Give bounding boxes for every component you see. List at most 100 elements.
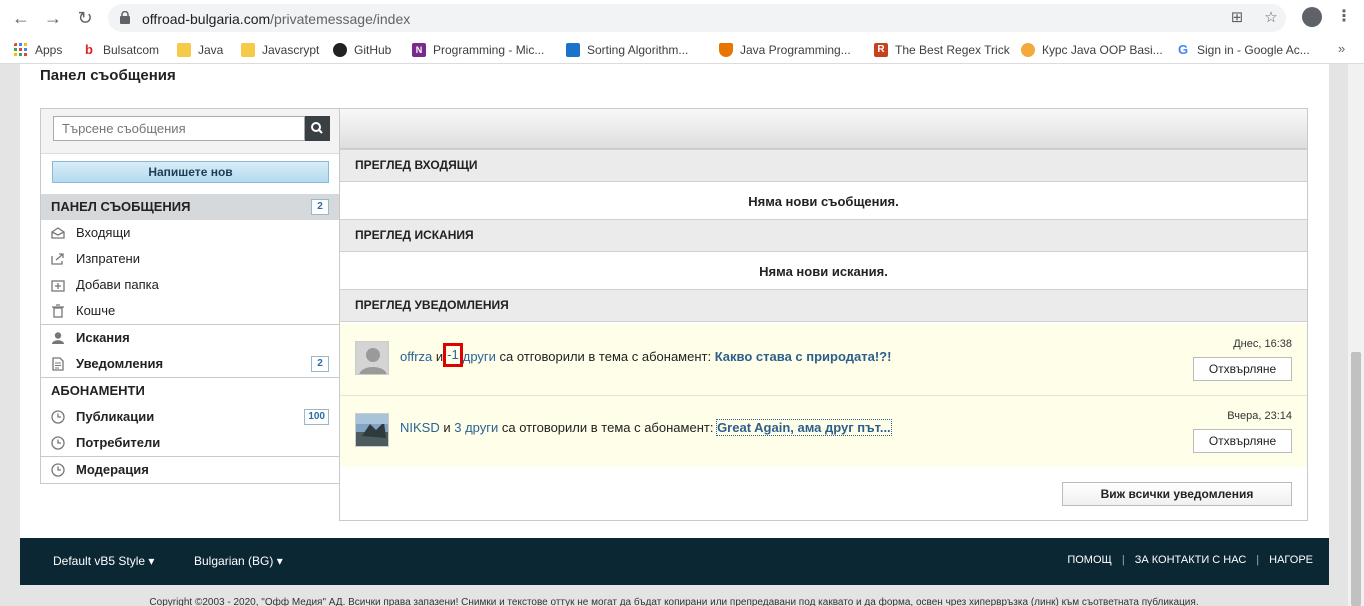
sidebar-item-notifications[interactable]: Уведомления 2 <box>41 351 339 377</box>
sidebar-item-moderation[interactable]: Модерация <box>41 457 339 483</box>
requests-empty-message: Няма нови искания. <box>759 264 888 279</box>
sidebar-item-trash[interactable]: Кошче <box>41 298 339 324</box>
onenote-icon: N <box>412 43 426 57</box>
search-input[interactable] <box>53 116 305 141</box>
folder-icon <box>241 43 255 57</box>
sidebar-item-label: Потребители <box>76 435 161 450</box>
lock-icon <box>120 11 130 24</box>
inbox-overview-heading: ПРЕГЛЕД ВХОДЯЩИ <box>340 149 1307 182</box>
url-host: offroad-bulgaria.com <box>142 11 271 27</box>
sidebar-item-inbox[interactable]: Входящи <box>41 220 339 246</box>
bookmark-regex[interactable]: R The Best Regex Trick <box>874 41 1010 59</box>
site-footer: Default vB5 Style ▾ Bulgarian (BG) ▾ ПОМ… <box>20 538 1329 585</box>
more-bookmarks-icon[interactable]: » <box>1338 41 1345 56</box>
clock-icon <box>51 463 65 477</box>
bookmark-label: Sign in - Google Ac... <box>1197 43 1310 57</box>
reload-icon[interactable]: ↻ <box>74 7 96 29</box>
bookmark-java-programming[interactable]: Java Programming... <box>719 41 851 59</box>
avatar[interactable] <box>355 341 389 375</box>
requests-overview-heading: ПРЕГЛЕД ИСКАНИЯ <box>340 219 1307 252</box>
inbox-empty-message: Няма нови съобщения. <box>748 194 899 209</box>
contact-link[interactable]: ЗА КОНТАКТИ С НАС <box>1135 554 1247 566</box>
bookmark-label: GitHub <box>354 43 392 57</box>
princeton-icon <box>719 43 733 57</box>
inbox-icon <box>51 227 65 239</box>
bookmark-sorting[interactable]: Sorting Algorithm... <box>566 41 688 59</box>
user-link[interactable]: NIKSD <box>400 420 440 435</box>
forward-icon[interactable]: → <box>42 7 64 29</box>
notification-text: NIKSD и 3 други са отговорили в тема с а… <box>400 419 892 436</box>
sidebar-item-label: Модерация <box>76 462 149 477</box>
sidebar-item-add-folder[interactable]: Добави папка <box>41 272 339 298</box>
footer-links: ПОМОЩ | ЗА КОНТАКТИ С НАС | НАГОРЕ <box>1067 554 1313 566</box>
bookmark-google[interactable]: G Sign in - Google Ac... <box>1176 41 1310 59</box>
bookmark-javascrypt[interactable]: Javascrypt <box>241 41 319 59</box>
others-link[interactable]: други <box>463 349 496 364</box>
view-all-notifications-button[interactable]: Виж всички уведомления <box>1062 482 1292 506</box>
subscriptions-heading: АБОНАМЕНТИ <box>51 383 145 398</box>
user-link[interactable]: offrza <box>400 349 432 364</box>
topic-link[interactable]: Какво става с природата!?! <box>715 349 892 364</box>
folder-icon <box>177 43 191 57</box>
bookmark-label: Apps <box>35 43 63 57</box>
address-bar[interactable]: offroad-bulgaria.com/privatemessage/inde… <box>108 4 1286 32</box>
notification-action: са отговорили в тема с абонамент: <box>499 348 712 364</box>
bookmark-apps[interactable]: Apps <box>14 41 62 59</box>
notifications-overview-heading: ПРЕГЛЕД УВЕДОМЛЕНИЯ <box>340 289 1307 322</box>
notification-item: NIKSD и 3 други са отговорили в тема с а… <box>340 396 1307 467</box>
translate-icon[interactable]: ⊞ <box>1228 9 1246 27</box>
separator: | <box>1256 554 1260 566</box>
back-icon[interactable]: ← <box>10 7 32 29</box>
kebab-menu-icon[interactable]: ⋮ <box>1336 8 1352 26</box>
regex-icon: R <box>874 43 888 57</box>
language-select[interactable]: Bulgarian (BG) ▾ <box>194 554 283 568</box>
sidebar-item-label: Кошче <box>76 303 116 318</box>
sidebar-item-sent[interactable]: Изпратени <box>41 246 339 272</box>
clock-icon <box>51 436 65 450</box>
softuni-icon <box>1021 43 1035 57</box>
topic-link[interactable]: Great Again, ама друг път... <box>716 419 892 436</box>
bookmark-github[interactable]: GitHub <box>333 41 391 59</box>
dismiss-button[interactable]: Отхвърляне <box>1193 357 1292 381</box>
highlight-box: -1 <box>443 343 463 367</box>
url-path: /privatemessage/index <box>270 11 411 27</box>
sent-icon <box>51 253 64 265</box>
sidebar-item-requests[interactable]: Искания <box>41 325 339 351</box>
sidebar-item-label: Уведомления <box>76 356 164 371</box>
profile-avatar-icon[interactable] <box>1302 7 1322 27</box>
document-icon <box>52 357 64 371</box>
star-icon[interactable]: ☆ <box>1262 9 1280 27</box>
style-select[interactable]: Default vB5 Style ▾ <box>53 554 154 568</box>
bookmark-label: Programming - Mic... <box>433 43 545 57</box>
sidebar-item-label: Входящи <box>76 225 131 240</box>
scrollbar-thumb[interactable] <box>1351 352 1361 606</box>
sidebar-item-label: Искания <box>76 330 130 345</box>
copyright-text: Copyright ©2003 - 2020, "Офф Медия" АД. … <box>149 597 1199 606</box>
search-button[interactable] <box>305 116 330 141</box>
dismiss-button[interactable]: Отхвърляне <box>1193 429 1292 453</box>
notification-date: Вчера, 23:14 <box>1227 410 1292 422</box>
messages-count-badge: 2 <box>311 199 329 215</box>
bookmark-label: Javascrypt <box>262 43 320 57</box>
publications-count-badge: 100 <box>304 409 329 425</box>
page-title: Панел съобщения <box>40 67 176 84</box>
compose-new-button[interactable]: Напишете нов <box>52 161 329 183</box>
sidebar-item-users[interactable]: Потребители <box>41 430 339 456</box>
top-link[interactable]: НАГОРЕ <box>1269 554 1313 566</box>
bookmark-bulsatcom[interactable]: b Bulsatcom <box>82 41 159 59</box>
help-link[interactable]: ПОМОЩ <box>1067 554 1112 566</box>
avatar[interactable] <box>355 413 389 447</box>
bookmark-label: The Best Regex Trick <box>895 43 1010 57</box>
bookmark-softuni[interactable]: Курс Java OOP Basi... <box>1021 41 1163 59</box>
search-icon <box>311 122 323 134</box>
others-link[interactable]: 3 други <box>454 420 498 435</box>
sorting-icon <box>566 43 580 57</box>
bookmark-programming[interactable]: N Programming - Mic... <box>412 41 544 59</box>
messages-panel-heading[interactable]: ПАНЕЛ СЪОБЩЕНИЯ 2 <box>41 194 339 220</box>
bookmark-java[interactable]: Java <box>177 41 223 59</box>
others-count-link[interactable]: -1 <box>447 347 459 362</box>
notification-text: offrza и -1 други са отговорили в тема с а… <box>400 343 892 367</box>
conjunction: и <box>435 348 444 364</box>
main-toolbar <box>340 109 1307 149</box>
sidebar-item-publications[interactable]: Публикации 100 <box>41 404 339 430</box>
